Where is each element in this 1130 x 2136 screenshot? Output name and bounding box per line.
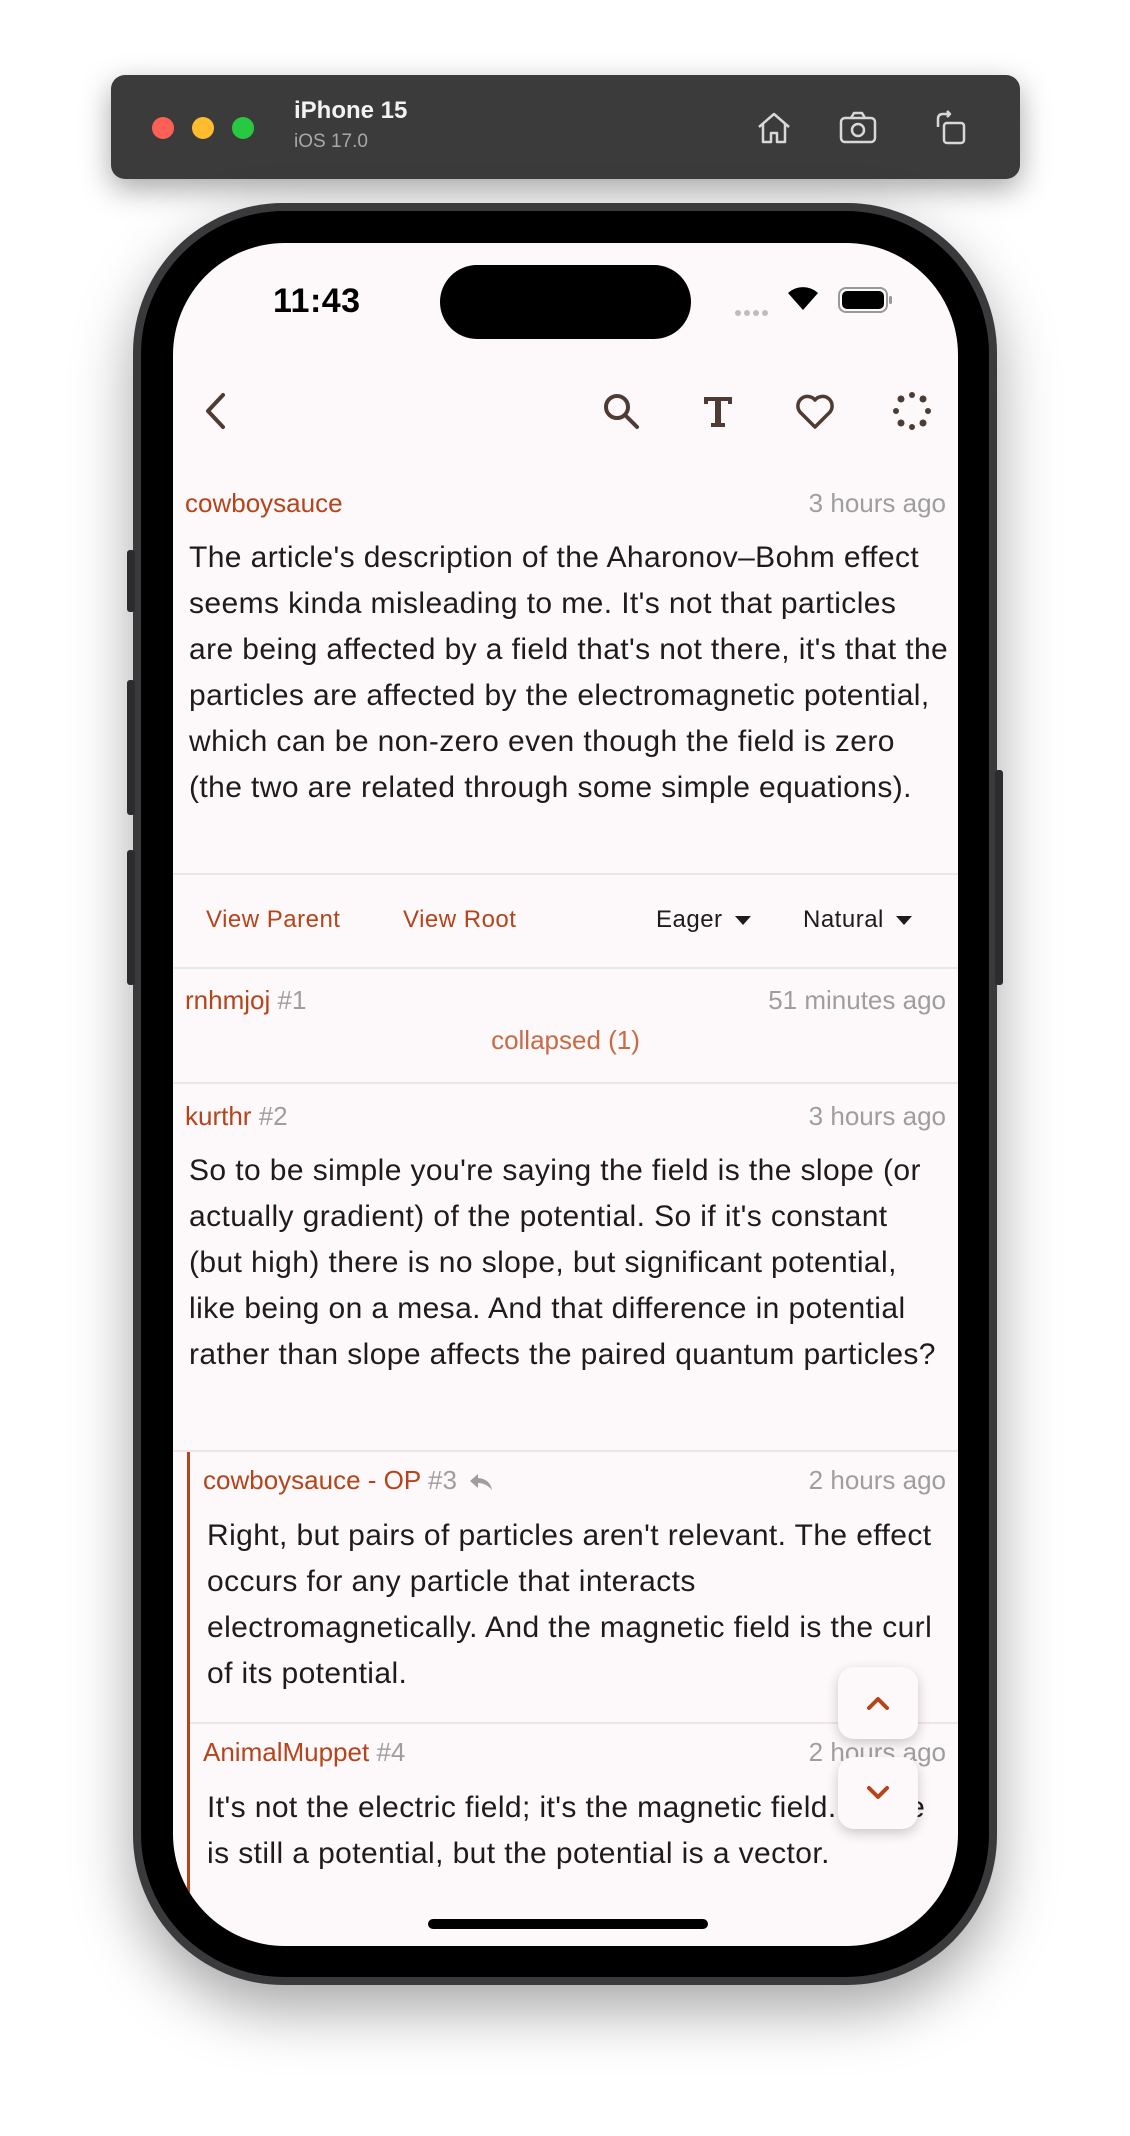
reply-header: rnhmjoj #1 51 minutes ago [185, 985, 946, 1016]
comment-index: #4 [376, 1737, 406, 1767]
divider [173, 967, 958, 969]
comment-timestamp: 3 hours ago [808, 1101, 946, 1131]
close-window-button[interactable] [152, 117, 174, 139]
comment-author[interactable]: AnimalMuppet [203, 1737, 369, 1767]
reply-body: So to be simple you're saying the field … [189, 1154, 936, 1371]
action-button [127, 550, 135, 612]
comment-author[interactable]: kurthr [185, 1101, 251, 1131]
order-mode-dropdown[interactable]: Natural [803, 906, 912, 934]
volume-down-button [127, 850, 135, 985]
divider [173, 1450, 958, 1452]
view-root-button[interactable]: View Root [403, 906, 516, 934]
os-version: iOS 17.0 [294, 131, 368, 152]
minimize-window-button[interactable] [192, 117, 214, 139]
chevron-down-icon [895, 916, 912, 926]
comment-author[interactable]: cowboysauce - OP [203, 1465, 421, 1495]
root-comment-header: cowboysauce 3 hours ago [185, 488, 946, 519]
home-icon[interactable] [751, 105, 797, 151]
order-mode-label: Natural [803, 906, 884, 933]
status-time: 11:43 [273, 282, 361, 320]
divider [173, 873, 958, 875]
simulator-toolbar: iPhone 15 iOS 17.0 [111, 75, 1020, 179]
reply-header: AnimalMuppet #4 2 hours ago [203, 1737, 946, 1768]
collapsed-thread-toggle[interactable]: collapsed (1) [173, 1025, 958, 1056]
comment-author[interactable]: cowboysauce [185, 488, 343, 518]
view-parent-button[interactable]: View Parent [206, 906, 340, 934]
root-comment-body: The article's description of the Aharono… [189, 541, 949, 804]
comment-timestamp: 2 hours ago [808, 1465, 946, 1495]
comment-author[interactable]: rnhmjoj [185, 985, 270, 1015]
cellular-signal-icon [735, 303, 771, 321]
comment-index: #3 [427, 1465, 457, 1495]
sort-mode-dropdown[interactable]: Eager [656, 906, 751, 934]
back-arrow-icon[interactable] [192, 385, 244, 437]
reply-header: cowboysauce - OP #3 2 hours ago [203, 1465, 946, 1496]
wifi-icon [788, 287, 818, 310]
reply-header: kurthr #2 3 hours ago [185, 1101, 946, 1132]
chevron-down-icon [867, 1786, 889, 1799]
screenshot-icon[interactable] [835, 105, 881, 151]
dynamic-island [440, 265, 691, 339]
battery-icon [838, 287, 892, 313]
reply-body: Right, but pairs of particles aren't rel… [207, 1519, 933, 1690]
scroll-up-button[interactable] [838, 1667, 918, 1739]
scroll-down-button[interactable] [838, 1757, 918, 1829]
reply-body: It's not the electric field; it's the ma… [207, 1791, 926, 1870]
chevron-up-icon [867, 1697, 889, 1710]
chevron-down-icon [734, 916, 751, 926]
thread-indent-line [187, 1452, 190, 1946]
home-indicator [428, 1919, 708, 1929]
favorite-heart-icon[interactable] [789, 385, 841, 437]
comment-index: #2 [258, 1101, 288, 1131]
reply-arrow-icon[interactable] [468, 1472, 494, 1492]
loading-spinner-icon[interactable] [886, 385, 938, 437]
phone-screen: 11:43 cowboysauce 3 hours ago The articl… [173, 243, 958, 1946]
divider [173, 1082, 958, 1084]
zoom-window-button[interactable] [232, 117, 254, 139]
volume-up-button [127, 680, 135, 815]
device-name: iPhone 15 [294, 97, 408, 124]
sort-mode-label: Eager [656, 906, 723, 933]
rotate-icon[interactable] [928, 105, 974, 151]
text-size-icon[interactable] [692, 385, 744, 437]
comment-timestamp: 3 hours ago [808, 488, 946, 518]
comment-timestamp: 51 minutes ago [768, 985, 946, 1015]
comment-index: #1 [277, 985, 307, 1015]
power-button [995, 770, 1003, 985]
search-icon[interactable] [595, 385, 647, 437]
